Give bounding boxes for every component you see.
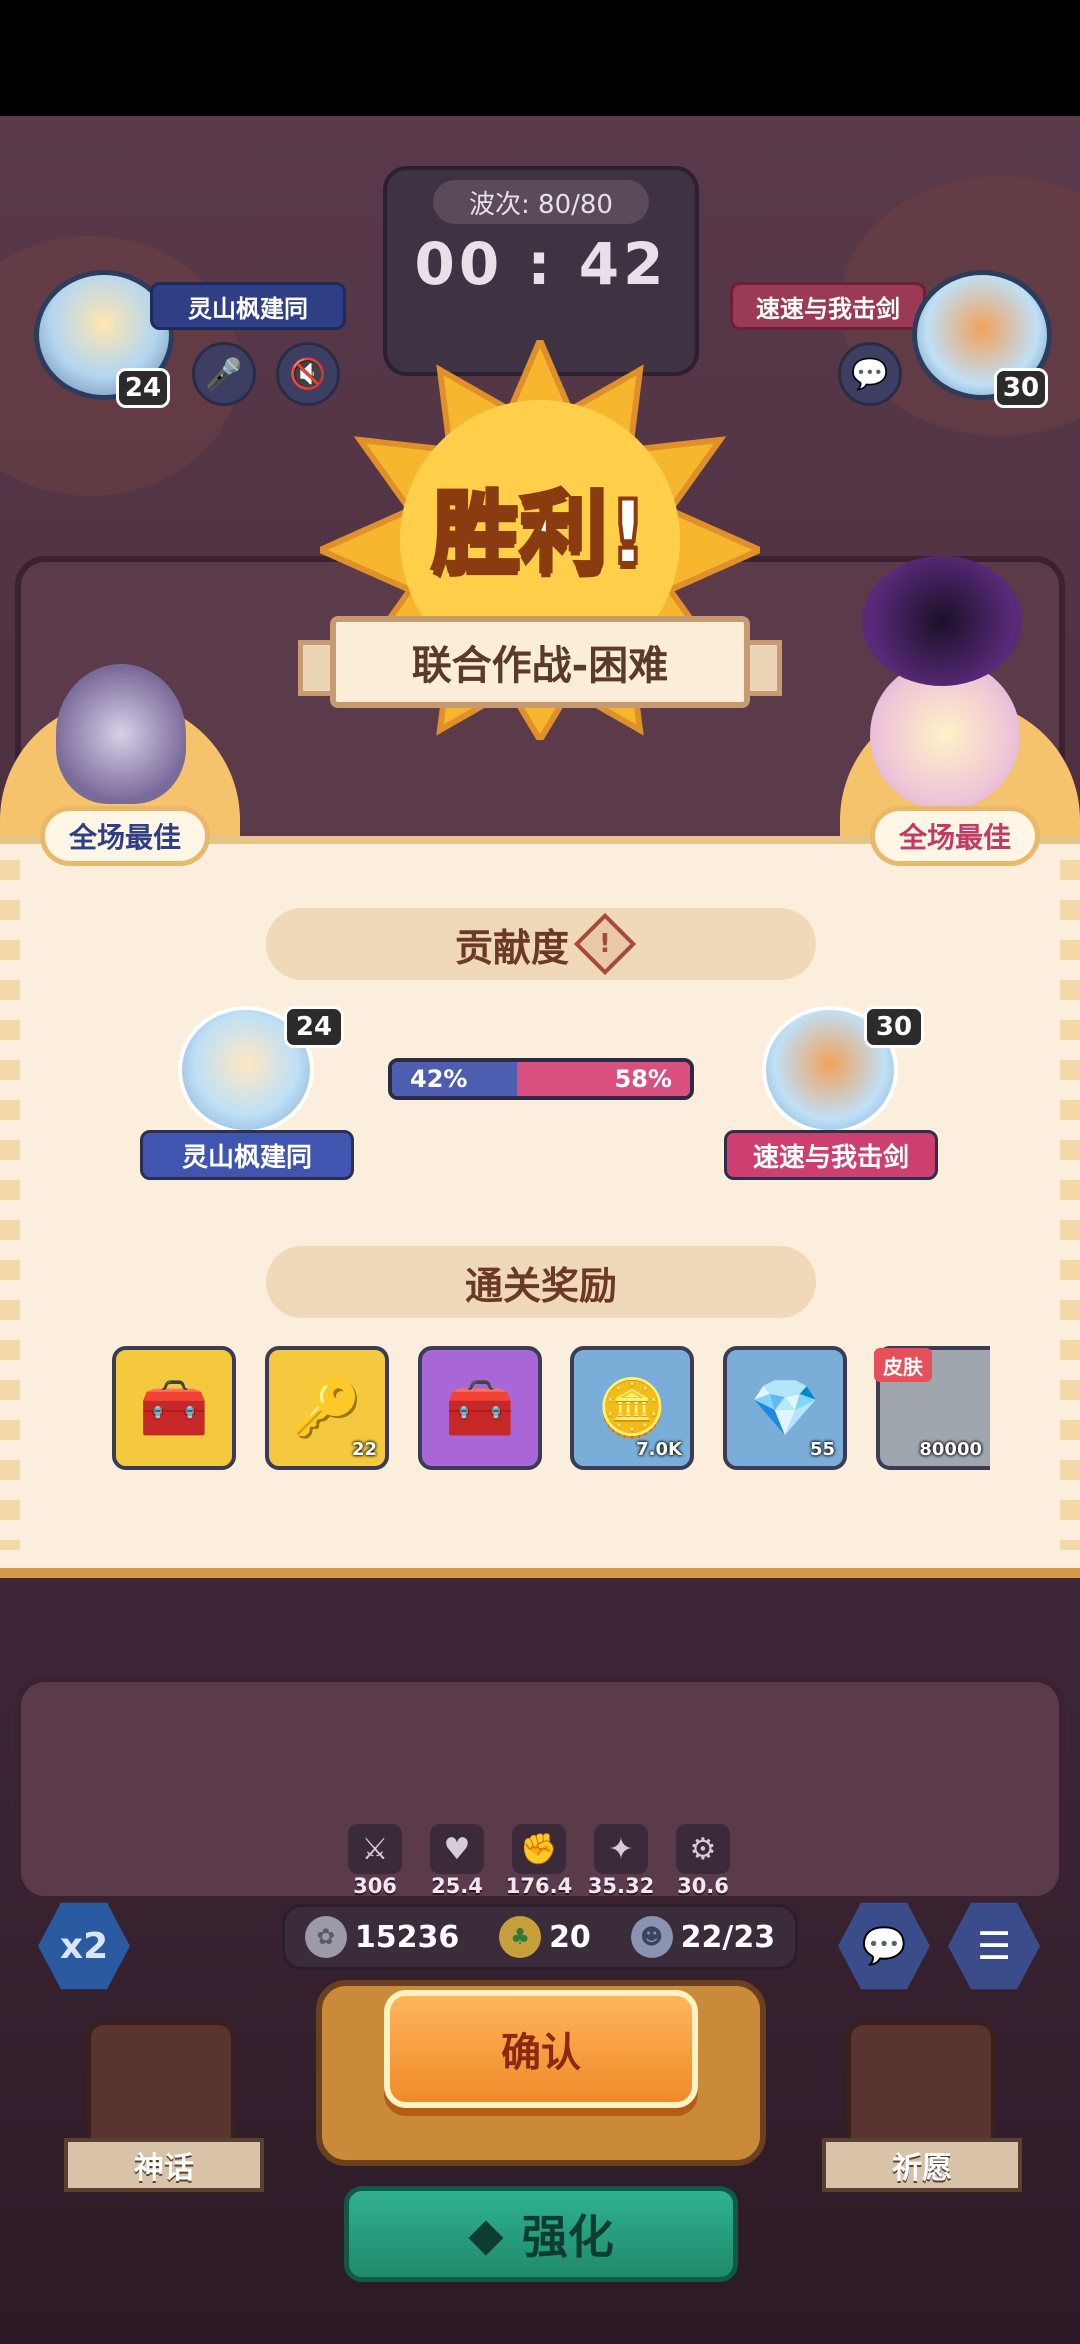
gold-coin-icon: 🪙 xyxy=(597,1376,667,1441)
stat-heart: ♥ 25.4 xyxy=(422,1824,492,1898)
unit-icon: ☻ xyxy=(630,1916,673,1958)
contrib-left-level: 24 xyxy=(284,1006,344,1048)
info-icon[interactable]: ! xyxy=(573,912,637,976)
confirm-button[interactable]: 确认 xyxy=(384,1990,698,2108)
fist-icon: ✊ xyxy=(512,1824,566,1874)
heart-icon: ♥ xyxy=(430,1824,484,1874)
reward-gold-chest[interactable]: 🧰 xyxy=(112,1346,236,1470)
contribution-header: 贡献度 ! xyxy=(266,908,816,980)
resource-bar: ✿ 15236 ♣ 20 ☻ 22/23 xyxy=(282,1904,798,1970)
silver-resource: ✿ 15236 xyxy=(304,1916,459,1958)
status-bar xyxy=(0,0,1080,116)
rewards-title: 通关奖励 xyxy=(464,1263,617,1308)
purple-chest-icon: 🧰 xyxy=(445,1376,515,1441)
right-player-level: 30 xyxy=(994,368,1048,408)
reward-purple-crystal[interactable]: 💎 55 xyxy=(723,1346,847,1470)
contribution-left-pct: 42% xyxy=(410,1065,468,1093)
stat-attack: ⚔ 306 xyxy=(340,1824,410,1898)
strengthen-label: 强化 xyxy=(521,2210,614,2264)
wish-button[interactable]: 祈愿 xyxy=(822,2138,1022,2192)
contribution-right-fill: 58% xyxy=(517,1062,690,1096)
myth-button[interactable]: 神话 xyxy=(64,2138,264,2192)
skin-tag: 皮肤 xyxy=(874,1348,932,1382)
contribution-right-pct: 58% xyxy=(614,1065,672,1093)
stat-power: ✊ 176.4 xyxy=(504,1824,574,1898)
menu-icon: ☰ xyxy=(976,1924,1012,1968)
contrib-left-name: 灵山枫建同 xyxy=(140,1130,354,1180)
gold-key-icon: 🔑 xyxy=(292,1376,362,1441)
gear-icon: ⚙ xyxy=(676,1824,730,1874)
panel-edge-left xyxy=(0,860,20,1550)
mic-off-icon[interactable]: 🎤 xyxy=(192,342,256,406)
contribution-title: 贡献度 xyxy=(454,925,569,970)
mvp-badge-right: 全场最佳 xyxy=(870,806,1040,866)
upgrade-icon: ◆ xyxy=(468,2207,504,2261)
stat-crit: ✦ 35.32 xyxy=(586,1824,656,1898)
victory-title: 胜利! xyxy=(430,479,650,586)
reward-gold-key[interactable]: 🔑 22 xyxy=(265,1346,389,1470)
rewards-header: 通关奖励 xyxy=(266,1246,816,1318)
dark-portal xyxy=(862,556,1022,686)
mode-ribbon: 联合作战-困难 xyxy=(330,616,750,708)
mvp-left-hero xyxy=(56,664,186,804)
left-player-level: 24 xyxy=(116,368,170,408)
gold-chest-icon: 🧰 xyxy=(139,1376,209,1441)
purple-crystal-icon: 💎 xyxy=(750,1376,820,1441)
contribution-left-fill: 42% xyxy=(392,1062,518,1096)
reward-purple-chest[interactable]: 🧰 xyxy=(418,1346,542,1470)
stat-speed: ⚙ 30.6 xyxy=(668,1824,738,1898)
mvp-badge-left: 全场最佳 xyxy=(40,806,210,866)
right-player-name: 速速与我击剑 xyxy=(730,282,926,330)
clover-resource: ♣ 20 xyxy=(499,1916,591,1958)
panel-edge-right xyxy=(1060,860,1080,1550)
wave-counter: 波次: 80/80 xyxy=(433,180,649,224)
reward-gold-coin[interactable]: 🪙 7.0K xyxy=(570,1346,694,1470)
crit-icon: ✦ xyxy=(594,1824,648,1874)
unit-count: ☻ 22/23 xyxy=(630,1916,775,1958)
contribution-bar: 42% 58% xyxy=(388,1058,694,1100)
silver-coin-icon: ✿ xyxy=(304,1916,347,1958)
contrib-right-name: 速速与我击剑 xyxy=(724,1130,938,1180)
match-timer: 00 : 42 xyxy=(414,230,668,298)
chat-bubble-icon[interactable]: 💬 xyxy=(838,342,902,406)
clover-icon: ♣ xyxy=(499,1916,542,1958)
chat-icon: 💬 xyxy=(861,1926,907,1967)
strengthen-button[interactable]: ◆ 强化 xyxy=(344,2186,738,2282)
contrib-right-level: 30 xyxy=(864,1006,924,1048)
left-player-name: 灵山枫建同 xyxy=(150,282,346,330)
attack-icon: ⚔ xyxy=(348,1824,402,1874)
